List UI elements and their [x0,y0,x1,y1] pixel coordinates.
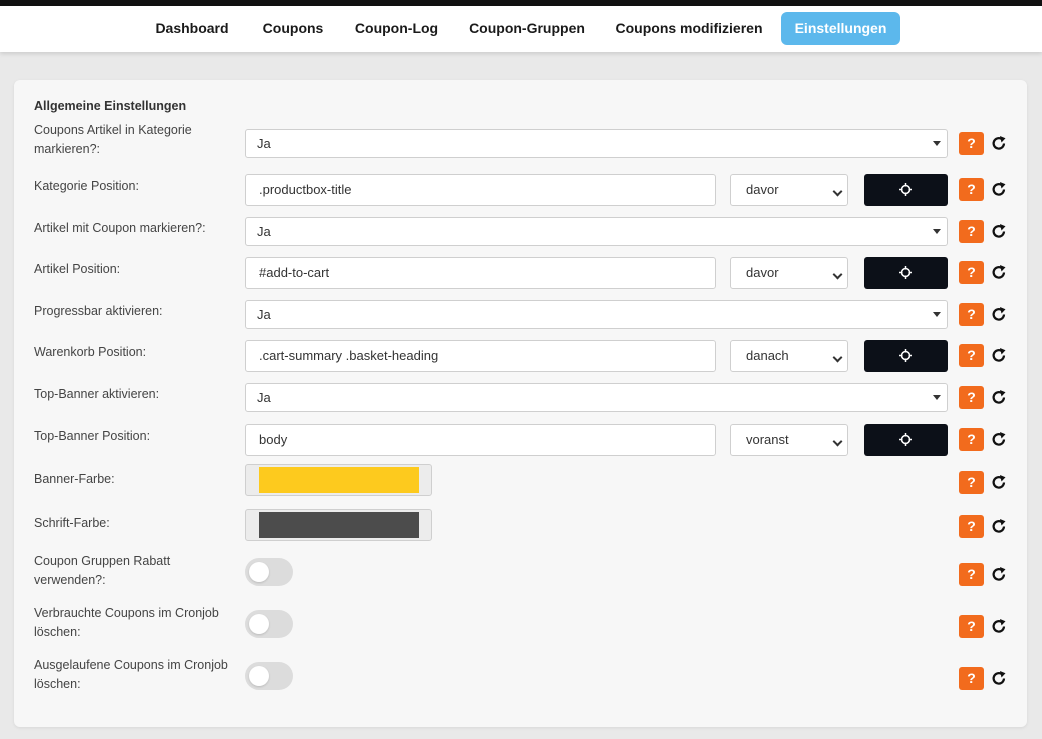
font-color-picker[interactable] [245,509,432,541]
nav-einstellungen[interactable]: Einstellungen [781,12,900,45]
reset-icon[interactable] [990,388,1008,406]
reset-icon[interactable] [990,263,1008,281]
chevron-down-icon [832,352,843,363]
select-value: danach [746,348,789,363]
top-banner-placement-select[interactable]: voranst [730,424,848,456]
crosshair-icon [899,349,912,362]
select-value: Ja [257,307,271,322]
article-position-input[interactable]: #add-to-cart [245,257,716,289]
pick-element-button[interactable] [864,340,948,372]
delete-expired-toggle[interactable] [245,662,293,690]
chevron-down-icon [832,436,843,447]
setting-label: Coupon Gruppen Rabatt verwenden?: [34,554,171,587]
top-banner-select[interactable]: Ja [245,383,948,412]
top-navigation: Dashboard Coupons Coupon-Log Coupon-Grup… [0,6,1042,52]
reset-icon[interactable] [990,346,1008,364]
progressbar-select[interactable]: Ja [245,300,948,329]
toggle-knob [249,614,269,634]
reset-icon[interactable] [990,669,1008,687]
reset-icon[interactable] [990,222,1008,240]
setting-label: Kategorie Position: [34,179,139,193]
cart-position-input[interactable]: .cart-summary .basket-heading [245,340,716,372]
setting-label: Banner-Farbe: [34,472,115,486]
reset-icon[interactable] [990,134,1008,152]
chevron-down-icon [832,186,843,197]
help-button[interactable]: ? [959,344,984,367]
section-title: Allgemeine Einstellungen [34,99,187,113]
nav-coupon-gruppen[interactable]: Coupon-Gruppen [461,12,593,45]
reset-icon[interactable] [990,517,1008,535]
pick-element-button[interactable] [864,424,948,456]
help-button[interactable]: ? [959,667,984,690]
font-color-swatch [259,512,419,538]
pick-element-button[interactable] [864,174,948,206]
group-discount-toggle[interactable] [245,558,293,586]
setting-label: Schrift-Farbe: [34,516,110,530]
caret-down-icon [933,229,941,234]
delete-used-toggle[interactable] [245,610,293,638]
settings-card: Allgemeine Einstellungen Coupons Artikel… [14,80,1027,727]
category-placement-select[interactable]: davor [730,174,848,206]
caret-down-icon [933,141,941,146]
banner-color-picker[interactable] [245,464,432,496]
reset-icon[interactable] [990,305,1008,323]
reset-icon[interactable] [990,430,1008,448]
reset-icon[interactable] [990,565,1008,583]
nav-coupons[interactable]: Coupons [252,12,334,45]
select-value: Ja [257,390,271,405]
help-button[interactable]: ? [959,471,984,494]
setting-label: Progressbar aktivieren: [34,304,163,318]
help-button[interactable]: ? [959,386,984,409]
crosshair-icon [899,183,912,196]
help-button[interactable]: ? [959,615,984,638]
help-button[interactable]: ? [959,178,984,201]
reset-icon[interactable] [990,473,1008,491]
top-banner-position-input[interactable]: body [245,424,716,456]
help-button[interactable]: ? [959,220,984,243]
help-button[interactable]: ? [959,563,984,586]
pick-element-button[interactable] [864,257,948,289]
crosshair-icon [899,433,912,446]
help-button[interactable]: ? [959,303,984,326]
select-value: davor [746,182,779,197]
crosshair-icon [899,266,912,279]
caret-down-icon [933,395,941,400]
setting-label: Artikel mit Coupon markieren?: [34,221,206,235]
select-value: davor [746,265,779,280]
reset-icon[interactable] [990,180,1008,198]
reset-icon[interactable] [990,617,1008,635]
toggle-knob [249,562,269,582]
nav-coupon-log[interactable]: Coupon-Log [345,12,448,45]
coupons-in-category-select[interactable]: Ja [245,129,948,158]
banner-color-swatch [259,467,419,493]
help-button[interactable]: ? [959,515,984,538]
article-placement-select[interactable]: davor [730,257,848,289]
caret-down-icon [933,312,941,317]
setting-label: Top-Banner aktivieren: [34,387,160,401]
nav-dashboard[interactable]: Dashboard [145,12,239,45]
select-value: voranst [746,432,789,447]
help-button[interactable]: ? [959,132,984,155]
setting-label: Verbrauchte Coupons im Cronjob löschen: [34,606,219,639]
category-position-input[interactable]: .productbox-title [245,174,716,206]
help-button[interactable]: ? [959,261,984,284]
setting-label: Artikel Position: [34,262,121,276]
help-button[interactable]: ? [959,428,984,451]
setting-label: Warenkorb Position: [34,345,147,359]
chevron-down-icon [832,269,843,280]
cart-placement-select[interactable]: danach [730,340,848,372]
setting-label: Ausgelaufene Coupons im Cronjob löschen: [34,658,228,691]
toggle-knob [249,666,269,686]
select-value: Ja [257,224,271,239]
nav-coupons-modifizieren[interactable]: Coupons modifizieren [608,12,770,45]
setting-label: Coupons Artikel in Kategorie markieren?: [34,123,192,156]
mark-article-select[interactable]: Ja [245,217,948,246]
setting-label: Top-Banner Position: [34,429,151,443]
select-value: Ja [257,136,271,151]
